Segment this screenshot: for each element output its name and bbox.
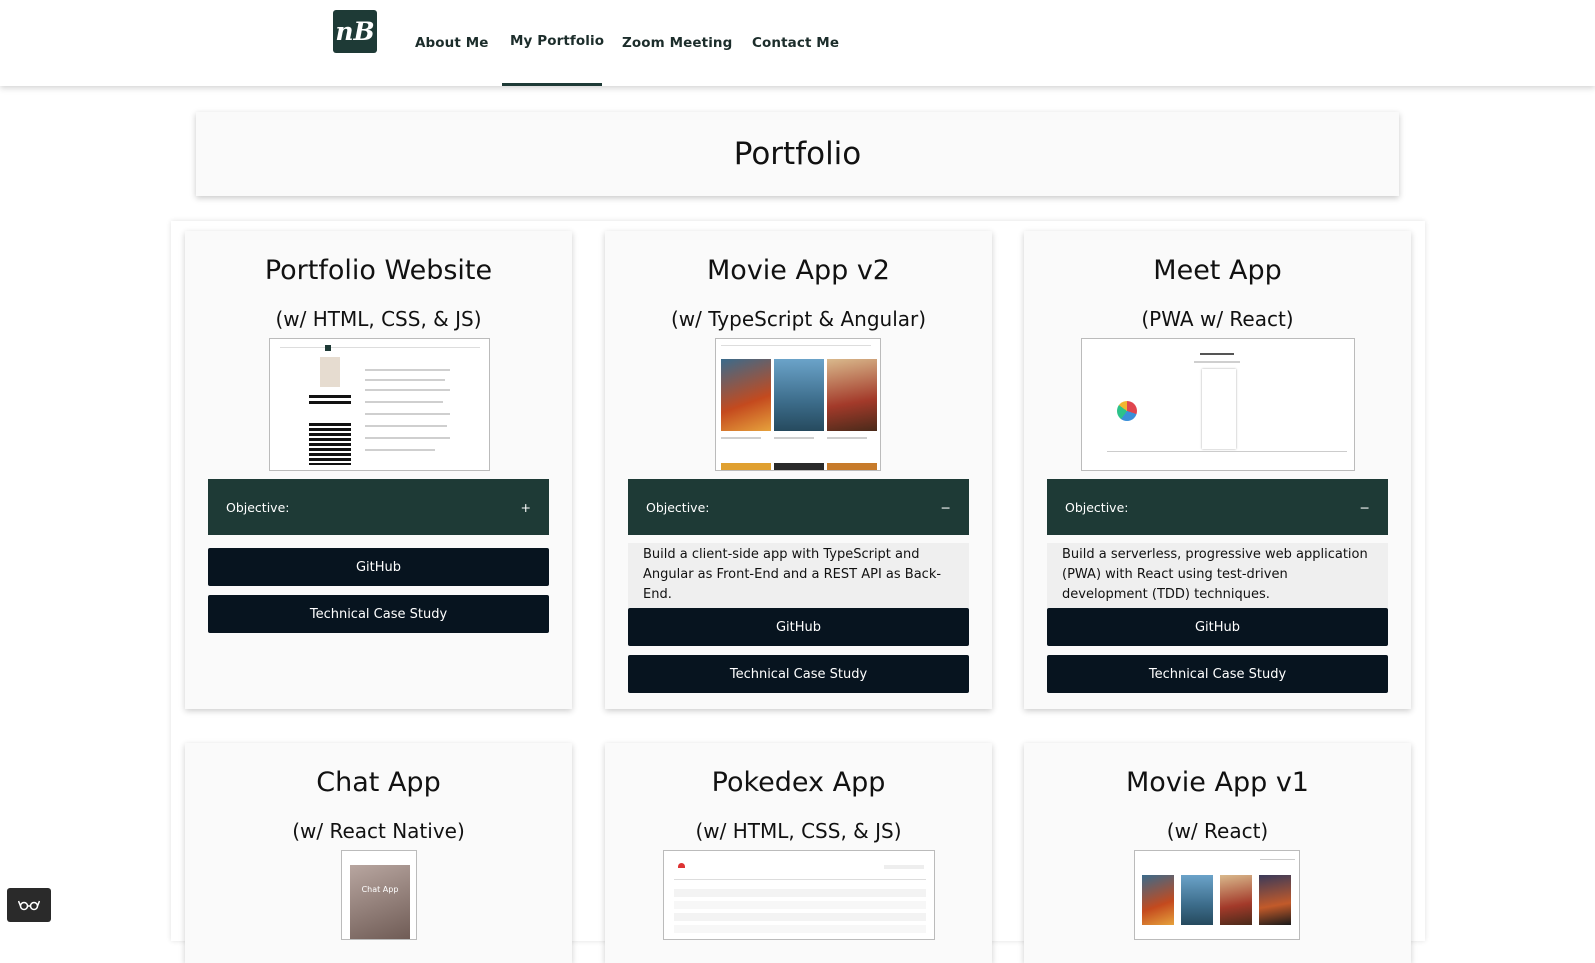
card-subtitle: (w/ TypeScript & Angular) (670, 307, 927, 331)
objective-label: Objective: (646, 499, 710, 515)
card-title: Meet App (1153, 255, 1282, 286)
top-navbar: nB About Me My Portfolio Zoom Meeting Co… (0, 0, 1595, 86)
nav-contact-me[interactable]: Contact Me (752, 35, 839, 51)
project-card-portfolio-website: Portfolio Website (w/ HTML, CSS, & JS) O… (185, 231, 572, 709)
objective-description: Build a serverless, progressive web appl… (1047, 543, 1388, 608)
card-subtitle: (w/ React) (1166, 819, 1269, 843)
project-card-pokedex-app: Pokedex App (w/ HTML, CSS, & JS) (605, 743, 992, 963)
card-subtitle: (PWA w/ React) (1141, 307, 1294, 331)
project-card-movie-app-v2: Movie App v2 (w/ TypeScript & Angular) O… (605, 231, 992, 709)
card-subtitle: (w/ HTML, CSS, & JS) (695, 819, 902, 843)
nav-my-portfolio[interactable]: My Portfolio (510, 33, 604, 49)
minus-icon: − (940, 499, 951, 515)
project-card-chat-app: Chat App (w/ React Native) Chat App (185, 743, 572, 963)
nav-zoom-meeting[interactable]: Zoom Meeting (622, 35, 732, 51)
project-screenshot[interactable] (715, 338, 881, 471)
github-button[interactable]: GitHub (208, 548, 549, 586)
logo[interactable]: nB (333, 10, 377, 53)
glasses-icon[interactable] (7, 888, 51, 922)
project-screenshot[interactable]: Chat App (341, 850, 417, 940)
active-tab-indicator (502, 83, 602, 86)
project-card-movie-app-v1: Movie App v1 (w/ React) (1024, 743, 1411, 963)
case-study-button[interactable]: Technical Case Study (1047, 655, 1388, 693)
objective-label: Objective: (226, 499, 290, 515)
minus-icon: − (1359, 499, 1370, 515)
plus-icon: + (520, 499, 531, 515)
objective-toggle[interactable]: Objective: − (1047, 479, 1388, 535)
github-button[interactable]: GitHub (1047, 608, 1388, 646)
portfolio-grid: Portfolio Website (w/ HTML, CSS, & JS) O… (171, 221, 1425, 963)
card-title: Movie App v2 (707, 255, 890, 286)
card-subtitle: (w/ HTML, CSS, & JS) (275, 307, 482, 331)
project-card-meet-app: Meet App (PWA w/ React) Objective: − Bui… (1024, 231, 1411, 709)
project-screenshot[interactable] (1134, 850, 1300, 940)
case-study-button[interactable]: Technical Case Study (628, 655, 969, 693)
glasses-icon-svg (18, 900, 40, 911)
objective-toggle[interactable]: Objective: − (628, 479, 969, 535)
objective-label: Objective: (1065, 499, 1129, 515)
objective-description: Build a client-side app with TypeScript … (628, 543, 969, 608)
nav-about-me[interactable]: About Me (415, 35, 489, 51)
card-title: Pokedex App (711, 767, 886, 798)
card-title: Portfolio Website (264, 255, 493, 286)
github-button[interactable]: GitHub (628, 608, 969, 646)
project-screenshot[interactable] (1081, 338, 1355, 471)
project-screenshot[interactable] (269, 338, 490, 471)
page-title: Portfolio (733, 136, 862, 172)
card-title: Chat App (316, 767, 441, 798)
page-title-box: Portfolio (196, 112, 1399, 196)
card-subtitle: (w/ React Native) (292, 819, 465, 843)
objective-toggle[interactable]: Objective: + (208, 479, 549, 535)
card-title: Movie App v1 (1126, 767, 1309, 798)
case-study-button[interactable]: Technical Case Study (208, 595, 549, 633)
project-screenshot[interactable] (663, 850, 935, 940)
thumb-text: Chat App (361, 885, 399, 894)
